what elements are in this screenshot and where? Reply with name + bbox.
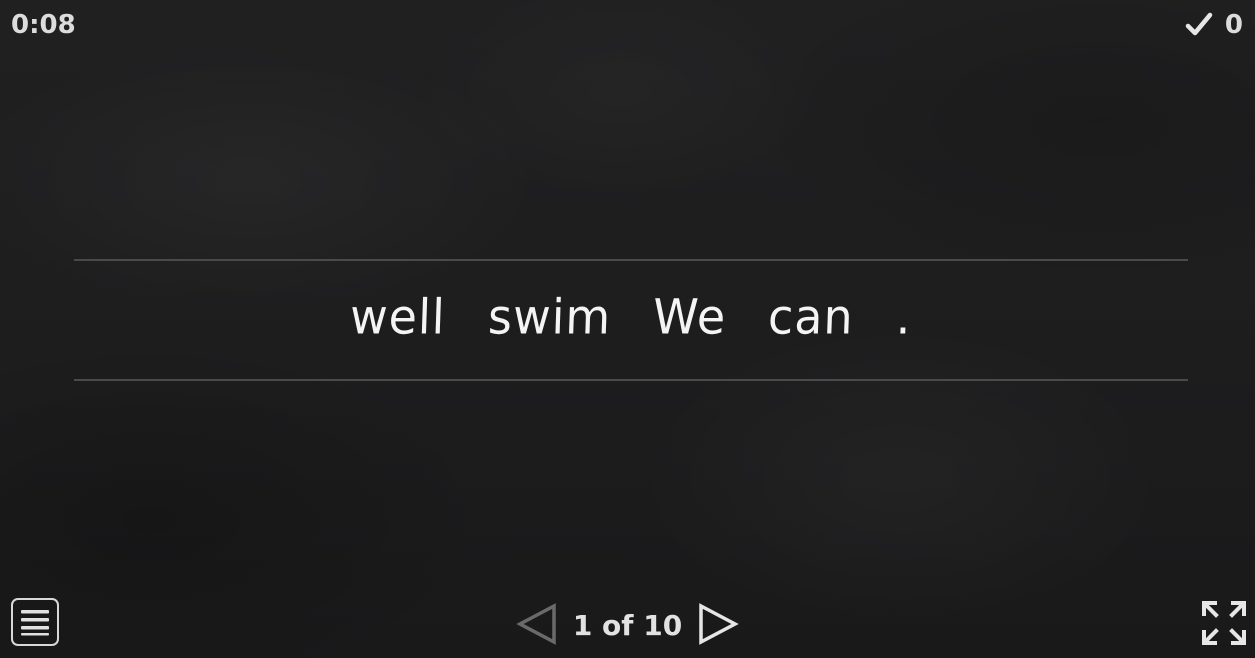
fullscreen-button[interactable]: [1201, 600, 1247, 646]
timer: 0:08: [11, 10, 76, 40]
checkmark-icon: [1185, 12, 1213, 36]
word-tile[interactable]: can: [767, 289, 855, 352]
score-value: 0: [1224, 10, 1243, 40]
fullscreen-icon: [1202, 601, 1246, 645]
game-board: 0:08 0 well swim We can . 1 of 10: [0, 0, 1255, 658]
word-tile[interactable]: swim: [487, 289, 612, 352]
score-display: 0: [1185, 10, 1243, 40]
triangle-right-icon[interactable]: [696, 601, 740, 647]
word-tile[interactable]: We: [652, 289, 727, 352]
bottom-guide-line: [74, 379, 1188, 381]
word-tile[interactable]: well: [349, 289, 447, 352]
word-tile[interactable]: .: [895, 289, 913, 352]
page-indicator: 1 of 10: [572, 608, 683, 642]
sentence-area: well swim We can .: [74, 261, 1188, 379]
pagination: 1 of 10: [0, 600, 1255, 648]
triangle-left-icon[interactable]: [515, 601, 559, 647]
